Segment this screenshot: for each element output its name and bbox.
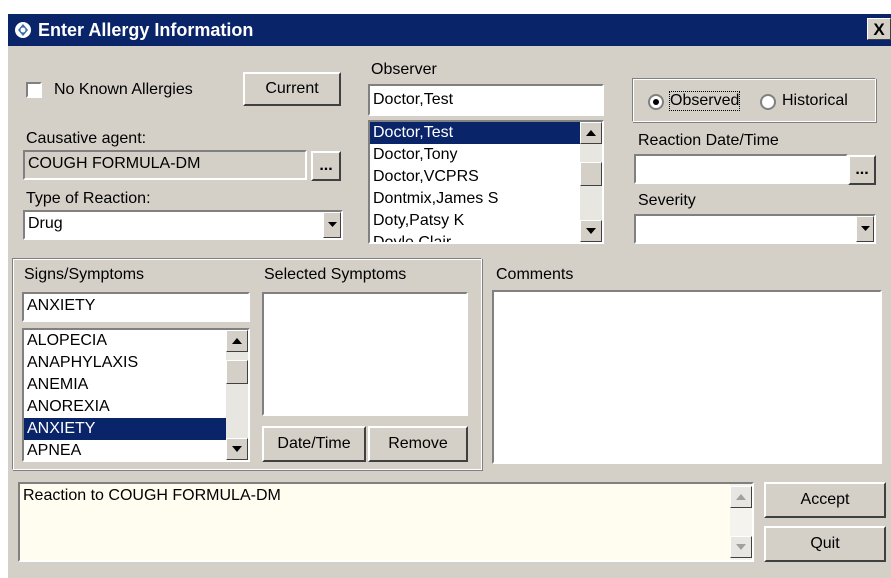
scroll-thumb[interactable] — [226, 360, 248, 384]
selected-symptoms-label: Selected Symptoms — [264, 266, 407, 283]
remove-symptom-button[interactable]: Remove — [368, 426, 468, 462]
close-button[interactable]: X — [867, 18, 891, 40]
observer-label: Observer — [371, 61, 437, 78]
signs-symptoms-scrollbar[interactable] — [226, 330, 248, 460]
scroll-thumb[interactable] — [580, 162, 602, 186]
signs-symptoms-search-value: ANXIETY — [27, 297, 96, 314]
observer-scrollbar[interactable] — [580, 122, 602, 242]
no-known-allergies-label: No Known Allergies — [54, 81, 193, 98]
reaction-summary-memo[interactable]: Reaction to COUGH FORMULA-DM — [18, 482, 754, 562]
severity-label: Severity — [638, 192, 696, 209]
list-item[interactable]: ALOPECIA — [24, 330, 248, 352]
comments-textarea[interactable] — [492, 290, 882, 464]
arrow-down-icon[interactable] — [226, 438, 248, 460]
comments-label: Comments — [496, 266, 574, 283]
type-of-reaction-select[interactable]: Drug — [23, 210, 343, 240]
observer-value: Doctor,Test — [373, 91, 454, 108]
arrow-up-icon[interactable] — [580, 122, 602, 144]
list-item[interactable]: Doyle,Clair — [370, 232, 602, 242]
allergy-dialog: Enter Allergy Information X No Known All… — [8, 14, 891, 578]
list-item[interactable]: Doctor,Test — [370, 122, 602, 144]
causative-agent-label: Causative agent: — [26, 130, 147, 147]
list-item[interactable]: ANEMIA — [24, 374, 248, 396]
reaction-summary-text: Reaction to COUGH FORMULA-DM — [23, 487, 281, 504]
no-known-allergies-checkbox[interactable] — [26, 82, 42, 98]
reaction-datetime-input[interactable] — [634, 154, 848, 184]
arrow-up-icon[interactable] — [730, 486, 752, 508]
list-item[interactable]: Doctor,Tony — [370, 144, 602, 166]
causative-agent-field: COUGH FORMULA-DM — [23, 150, 307, 180]
symptom-datetime-button[interactable]: Date/Time — [262, 426, 366, 462]
historical-label[interactable]: Historical — [782, 92, 848, 110]
observed-radio[interactable] — [648, 94, 664, 110]
type-of-reaction-value: Drug — [28, 215, 63, 232]
reaction-datetime-browse-button[interactable]: ... — [848, 155, 876, 185]
observer-list[interactable]: Doctor,Test Doctor,Tony Doctor,VCPRS Don… — [368, 120, 604, 244]
list-item[interactable]: Doctor,VCPRS — [370, 166, 602, 188]
arrow-down-icon[interactable] — [730, 536, 752, 558]
list-item[interactable]: ANOREXIA — [24, 396, 248, 418]
chevron-down-icon[interactable] — [323, 212, 341, 238]
selected-symptoms-list[interactable] — [262, 292, 468, 416]
arrow-up-icon[interactable] — [226, 330, 248, 352]
chevron-down-icon[interactable] — [856, 216, 874, 242]
severity-select[interactable] — [634, 214, 876, 244]
list-item[interactable]: Dontmix,James S — [370, 188, 602, 210]
signs-symptoms-search-input[interactable]: ANXIETY — [22, 292, 250, 322]
list-item[interactable]: Doty,Patsy K — [370, 210, 602, 232]
app-icon — [15, 22, 31, 38]
reaction-datetime-label: Reaction Date/Time — [638, 132, 779, 149]
summary-scrollbar[interactable] — [730, 484, 752, 560]
list-item[interactable]: APNEA — [24, 440, 248, 460]
list-item[interactable]: ANXIETY — [24, 418, 248, 440]
signs-symptoms-label: Signs/Symptoms — [24, 266, 145, 283]
observed-label[interactable]: Observed — [668, 91, 741, 111]
title-bar[interactable]: Enter Allergy Information X — [8, 14, 891, 46]
signs-symptoms-list[interactable]: ALOPECIA ANAPHYLAXIS ANEMIA ANOREXIA ANX… — [22, 328, 250, 462]
observer-input[interactable]: Doctor,Test — [368, 84, 604, 116]
causative-agent-value: COUGH FORMULA-DM — [28, 155, 201, 172]
window-title: Enter Allergy Information — [38, 20, 254, 40]
causative-agent-browse-button[interactable]: ... — [311, 151, 341, 181]
current-button[interactable]: Current — [243, 72, 341, 106]
list-item[interactable]: ANAPHYLAXIS — [24, 352, 248, 374]
historical-radio[interactable] — [760, 94, 776, 110]
arrow-down-icon[interactable] — [580, 220, 602, 242]
type-of-reaction-label: Type of Reaction: — [26, 190, 151, 207]
accept-button[interactable]: Accept — [764, 482, 886, 518]
quit-button[interactable]: Quit — [764, 526, 886, 562]
